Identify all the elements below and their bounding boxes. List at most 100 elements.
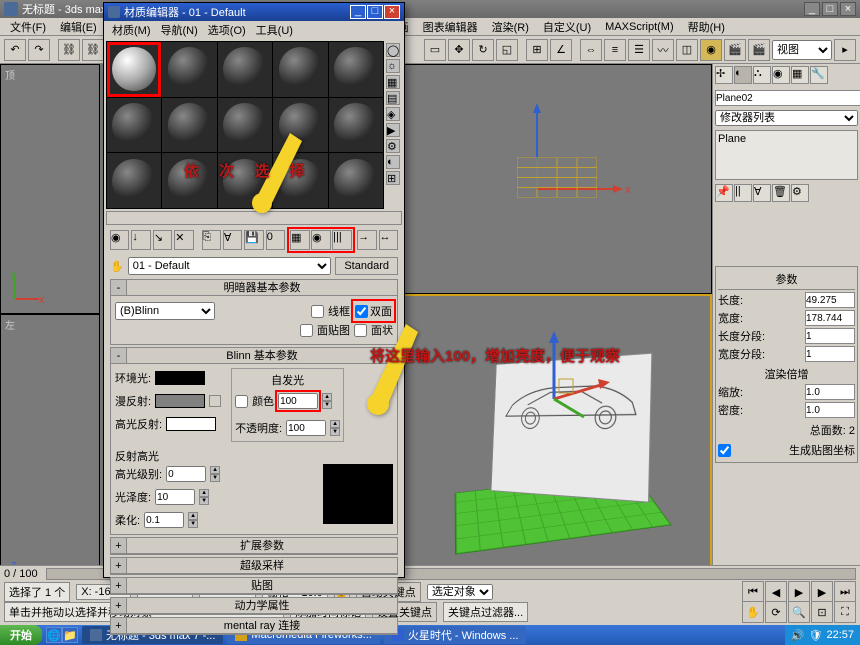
video-check-icon[interactable]: ◈: [386, 107, 400, 121]
options-icon[interactable]: ⚙: [386, 139, 400, 153]
render-setup-button[interactable]: 🎬: [724, 39, 746, 61]
material-editor-button[interactable]: ◉: [700, 39, 722, 61]
object-name-field[interactable]: [715, 90, 860, 106]
wireframe-checkbox[interactable]: [311, 305, 324, 318]
material-name-dropdown[interactable]: 01 - Default: [128, 257, 332, 275]
maps-rollout[interactable]: +贴图: [110, 577, 398, 595]
material-slot-5[interactable]: [329, 42, 383, 97]
make-unique-icon[interactable]: ∀: [753, 184, 771, 202]
glossiness-spinner[interactable]: ▲▼: [199, 489, 209, 505]
goto-end-icon[interactable]: ⏭: [834, 581, 856, 603]
material-slot-15[interactable]: [329, 153, 383, 208]
zoom-icon[interactable]: 🔍: [788, 601, 810, 623]
put-to-scene-icon[interactable]: ↓: [131, 230, 150, 250]
sample-uv-icon[interactable]: ▤: [386, 91, 400, 105]
menu-render[interactable]: 渲染(R): [486, 18, 535, 36]
backlight-icon[interactable]: ☼: [386, 59, 400, 73]
unlink-button[interactable]: ⛓: [82, 39, 104, 61]
key-target-dropdown[interactable]: 选定对象: [427, 584, 493, 600]
diffuse-swatch[interactable]: [155, 394, 205, 408]
material-slot-2[interactable]: [162, 42, 216, 97]
modify-tab-icon[interactable]: ◐: [734, 66, 752, 84]
view-dropdown[interactable]: 视图: [772, 40, 832, 60]
goto-start-icon[interactable]: ⏮: [742, 581, 764, 603]
background-icon[interactable]: ▦: [386, 75, 400, 89]
spec-level-input[interactable]: [166, 466, 206, 482]
maximize-button[interactable]: □: [822, 2, 838, 16]
gen-coords-checkbox[interactable]: [718, 444, 731, 457]
opacity-input[interactable]: [286, 420, 326, 436]
spec-level-spinner[interactable]: ▲▼: [210, 466, 220, 482]
hierarchy-tab-icon[interactable]: ⛬: [753, 66, 771, 84]
schematic-button[interactable]: ◫: [676, 39, 698, 61]
me-maximize-button[interactable]: □: [367, 5, 383, 19]
snap-button[interactable]: ⊞: [526, 39, 548, 61]
scale-input[interactable]: [805, 384, 855, 400]
viewport-top[interactable]: 顶 xy: [0, 64, 100, 314]
rotate-button[interactable]: ↻: [472, 39, 494, 61]
length-input[interactable]: [805, 292, 855, 308]
selfillum-color-checkbox[interactable]: [235, 395, 248, 408]
make-unique-icon[interactable]: ∀: [223, 230, 242, 250]
close-button[interactable]: ×: [840, 2, 856, 16]
me-menu-navigation[interactable]: 导航(N): [157, 21, 202, 39]
extended-rollout[interactable]: +扩展参数: [110, 537, 398, 555]
min-max-icon[interactable]: ⛶: [834, 601, 856, 623]
me-close-button[interactable]: ×: [384, 5, 400, 19]
soften-spinner[interactable]: ▲▼: [188, 512, 198, 528]
me-menu-material[interactable]: 材质(M): [108, 21, 155, 39]
glossiness-input[interactable]: [155, 489, 195, 505]
material-slot-7[interactable]: [162, 98, 216, 153]
system-tray[interactable]: 🔊 🛡 22:57: [785, 625, 860, 645]
me-menu-utilities[interactable]: 工具(U): [252, 21, 297, 39]
material-type-button[interactable]: Standard: [335, 257, 398, 275]
quicklaunch-icon[interactable]: 📁: [62, 627, 78, 643]
arc-rotate-icon[interactable]: ⟳: [765, 601, 787, 623]
mat-map-nav-icon[interactable]: ⊞: [386, 171, 400, 185]
twosided-checkbox[interactable]: [355, 305, 368, 318]
get-material-icon[interactable]: ◉: [110, 230, 129, 250]
shader-select[interactable]: (B)Blinn: [115, 302, 215, 320]
render-button[interactable]: ▸: [834, 39, 856, 61]
menu-maxscript[interactable]: MAXScript(M): [599, 20, 679, 34]
opacity-spinner[interactable]: ▲▼: [330, 420, 340, 436]
next-frame-icon[interactable]: ▶: [811, 581, 833, 603]
facemap-checkbox[interactable]: [300, 324, 313, 337]
redo-button[interactable]: ↷: [28, 39, 50, 61]
task-browser[interactable]: 火星时代 - Windows ...: [384, 626, 527, 644]
show-end-result-icon[interactable]: ◉: [311, 230, 331, 250]
move-button[interactable]: ✥: [448, 39, 470, 61]
modifier-stack[interactable]: Plane: [715, 130, 858, 180]
select-by-mat-icon[interactable]: ◐: [386, 155, 400, 169]
lseg-input[interactable]: [805, 328, 855, 344]
dynamics-rollout[interactable]: +动力学属性: [110, 597, 398, 615]
selfillum-value-input[interactable]: [278, 393, 318, 409]
create-tab-icon[interactable]: ✢: [715, 66, 733, 84]
show-result-icon[interactable]: ||: [734, 184, 752, 202]
viewport-front[interactable]: x: [402, 64, 712, 294]
put-to-lib-icon[interactable]: 💾: [244, 230, 263, 250]
pan-view-icon[interactable]: ✋: [742, 601, 764, 623]
select-button[interactable]: ▭: [424, 39, 446, 61]
configure-icon[interactable]: ⚙: [791, 184, 809, 202]
me-menu-options[interactable]: 选项(O): [204, 21, 250, 39]
layers-button[interactable]: ☰: [628, 39, 650, 61]
menu-file[interactable]: 文件(F): [4, 18, 52, 36]
sample-type-icon[interactable]: ◯: [386, 43, 400, 57]
assign-to-sel-icon[interactable]: ↘: [153, 230, 172, 250]
material-slot-11[interactable]: [107, 153, 161, 208]
make-preview-icon[interactable]: ▶: [386, 123, 400, 137]
undo-button[interactable]: ↶: [4, 39, 26, 61]
selfillum-spinner[interactable]: ▲▼: [322, 393, 332, 409]
me-minimize-button[interactable]: _: [350, 5, 366, 19]
wseg-input[interactable]: [805, 346, 855, 362]
key-filter-button[interactable]: 关键点过滤器...: [443, 602, 528, 622]
align-button[interactable]: ≡: [604, 39, 626, 61]
go-parent-icon[interactable]: |||: [332, 230, 352, 250]
modifier-list-dropdown[interactable]: 修改器列表: [715, 110, 858, 126]
reset-map-icon[interactable]: ✕: [174, 230, 193, 250]
menu-help[interactable]: 帮助(H): [682, 18, 731, 36]
scale-button[interactable]: ◱: [496, 39, 518, 61]
rollout-toggle[interactable]: -: [111, 348, 127, 363]
go-forward-icon[interactable]: →: [357, 230, 376, 250]
